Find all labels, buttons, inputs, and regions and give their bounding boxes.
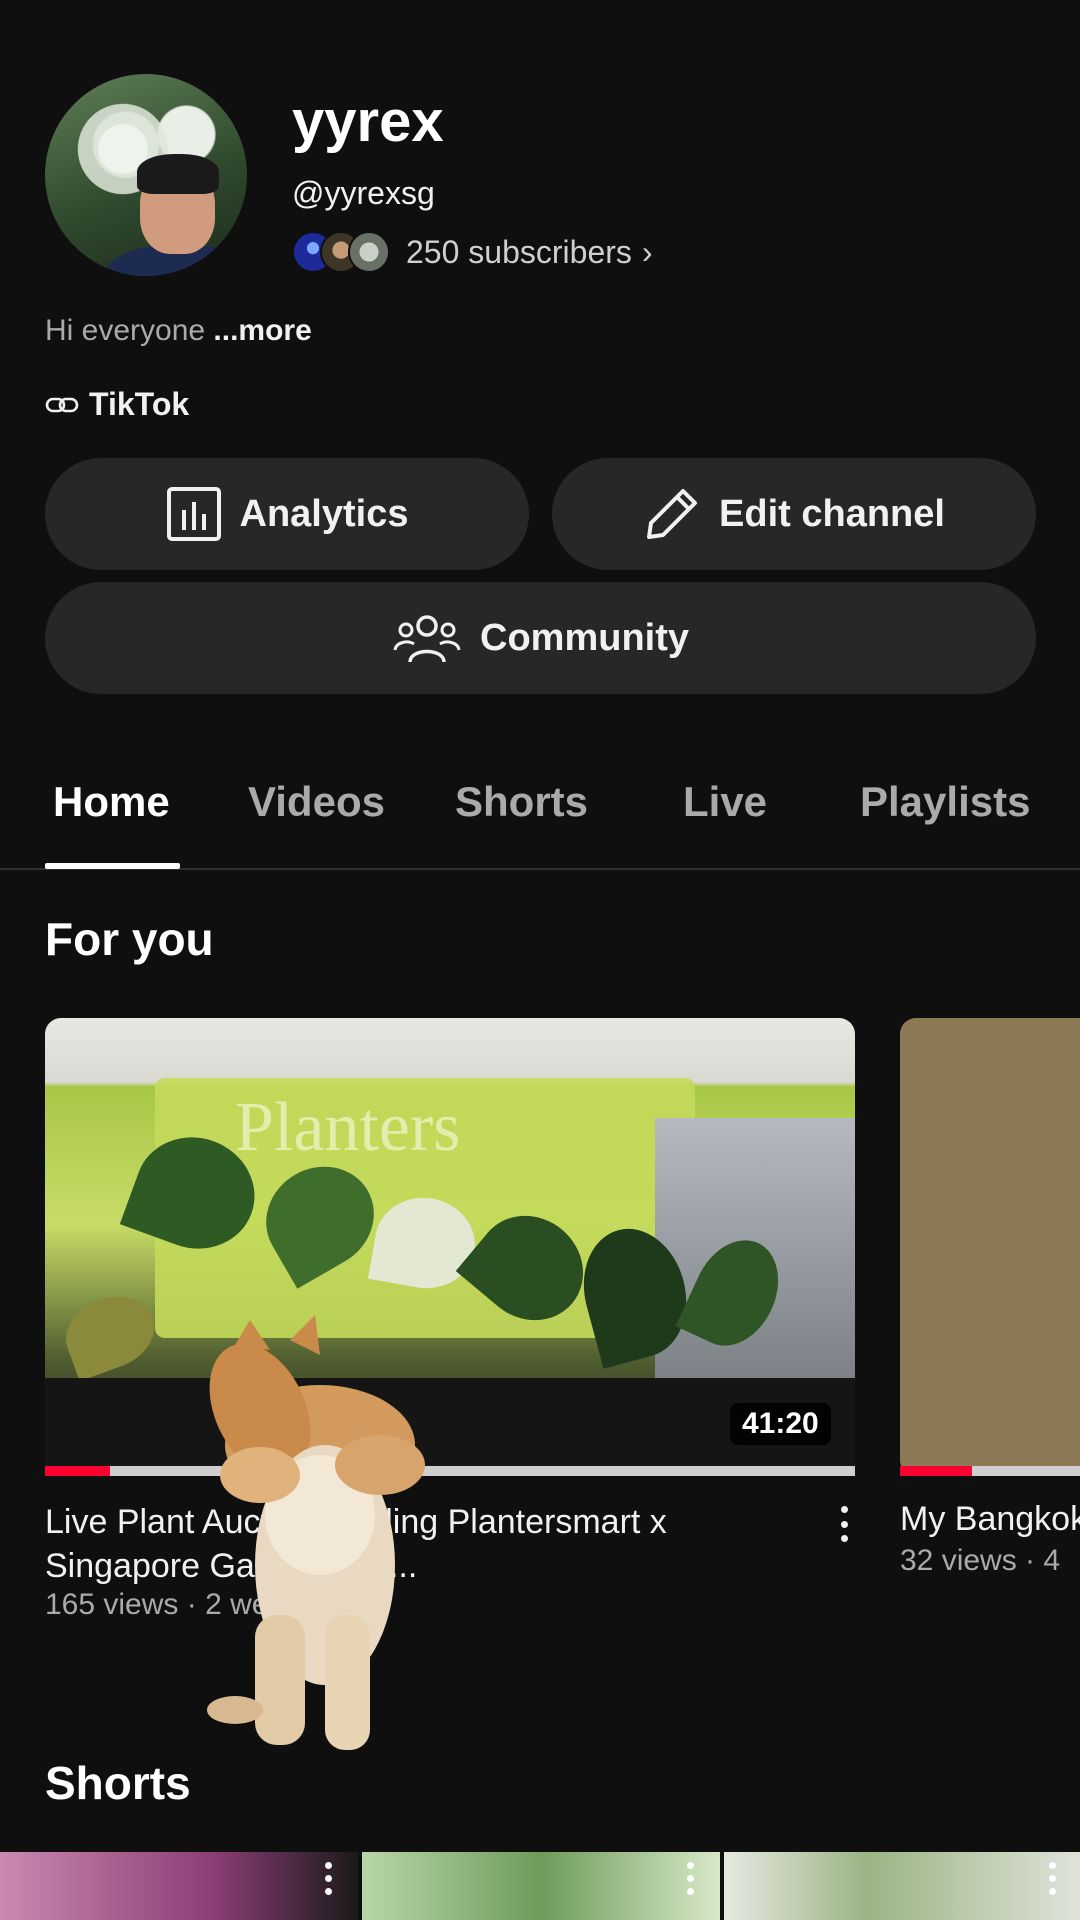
tab-live[interactable]: Live [683,778,767,826]
subscriber-count: 250 subscribers [406,233,632,270]
video-meta: 32 views · 4 [900,1544,1061,1577]
edit-channel-button[interactable]: Edit channel [552,458,1036,570]
cat-sticker [207,1315,425,1750]
channel-link-label: TikTok [89,386,190,422]
channel-avatar[interactable] [45,74,247,276]
vertical-dots-icon[interactable] [687,1862,694,1895]
watch-progress-track [45,1466,855,1476]
short-thumbnail[interactable] [724,1852,1080,1920]
chevron-right-icon: › [641,233,653,270]
description-text: Hi everyone [45,314,206,347]
subscribers-row[interactable]: 250 subscribers › [292,228,653,276]
video-title[interactable]: My Bangkok [900,1500,1080,1539]
video-thumbnail[interactable] [900,1018,1080,1476]
watch-progress-fill [45,1466,110,1476]
channel-description[interactable]: Hi everyone ...more [45,314,312,348]
bar-chart-icon [166,487,221,541]
subscriber-avatar [348,231,390,273]
video-duration: 41:20 [730,1403,831,1445]
people-icon [393,615,461,663]
short-thumbnail[interactable] [0,1852,358,1920]
tab-playlists[interactable]: Playlists [860,778,1030,826]
tab-videos[interactable]: Videos [248,778,385,826]
analytics-label: Analytics [239,492,409,535]
tab-shorts[interactable]: Shorts [455,778,588,826]
watch-progress-fill [900,1466,972,1476]
link-icon [45,397,79,412]
edit-channel-label: Edit channel [719,492,945,535]
pencil-icon [647,489,698,539]
vertical-dots-icon[interactable] [1049,1862,1056,1895]
channel-link[interactable]: TikTok [45,386,189,423]
more-link[interactable]: ...more [213,314,311,347]
analytics-button[interactable]: Analytics [45,458,529,570]
channel-tabs: Home Videos Shorts Live Playlists [0,770,1080,870]
for-you-heading: For you [45,913,214,965]
vertical-dots-icon[interactable] [832,1502,856,1546]
community-button[interactable]: Community [45,582,1036,694]
short-thumbnail[interactable] [362,1852,720,1920]
tab-home[interactable]: Home [53,778,170,826]
community-label: Community [480,616,689,659]
channel-handle: @yyrexsg [292,175,435,211]
active-tab-indicator [45,863,180,869]
vertical-dots-icon[interactable] [325,1862,332,1895]
channel-name: yyrex [292,89,444,154]
shorts-heading: Shorts [45,1757,191,1809]
